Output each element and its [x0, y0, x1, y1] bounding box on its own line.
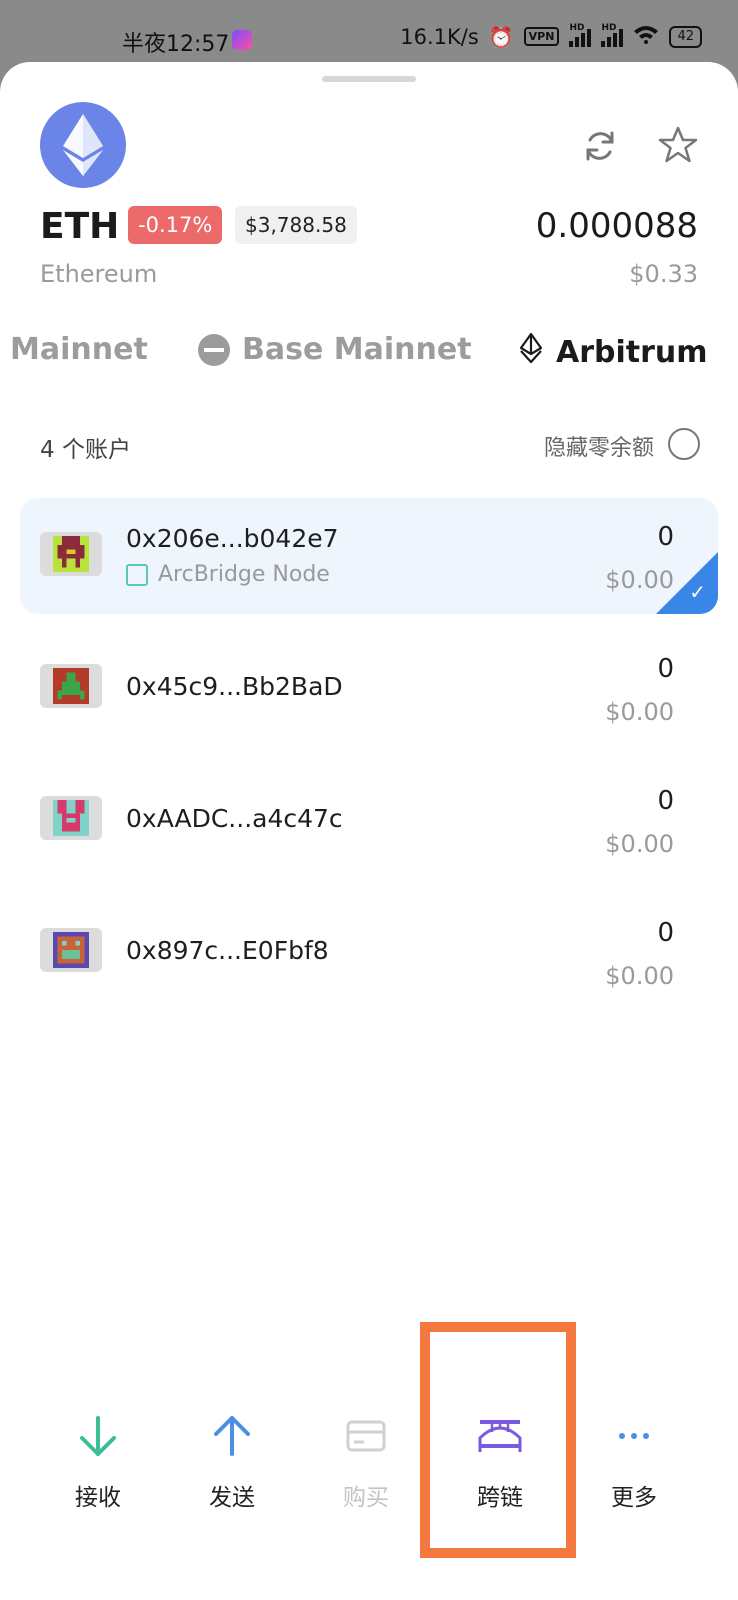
account-address: 0x206e...b042e7 — [126, 524, 339, 553]
account-address: 0xAADC...a4c47c — [126, 804, 343, 833]
signal-icon-1: HD — [569, 23, 592, 47]
account-amount: 0 — [657, 786, 674, 816]
refresh-icon[interactable] — [582, 128, 618, 164]
hd-label-1: HD — [569, 22, 585, 33]
account-amount-usd: $0.00 — [605, 698, 674, 726]
account-row[interactable]: 0x206e...b042e7 ArcBridge Node 0 $0.00 ✓ — [20, 498, 718, 614]
arrow-up-icon — [214, 1416, 250, 1456]
arrow-down-icon — [80, 1416, 116, 1456]
account-address: 0x45c9...Bb2BaD — [126, 672, 343, 701]
account-avatar — [40, 796, 102, 840]
wifi-icon — [633, 24, 659, 49]
account-amount: 0 — [657, 654, 674, 684]
tab-label: Mainnet — [10, 332, 148, 367]
network-speed: 16.1K/s — [400, 24, 479, 49]
tab-label: Arbitrum — [556, 334, 708, 370]
tab-arbitrum[interactable]: Arbitrum — [518, 332, 708, 372]
signal-icon-2: HD — [601, 23, 624, 47]
highlight-box — [420, 1322, 576, 1558]
token-balance: 0.000088 — [535, 206, 698, 246]
token-name: Ethereum — [40, 260, 158, 288]
receive-label: 接收 — [75, 1485, 121, 1511]
network-tabs: Mainnet Base Mainnet Arbitrum — [0, 332, 738, 376]
selected-corner — [656, 552, 718, 614]
account-amount: 0 — [657, 918, 674, 948]
account-avatar — [40, 664, 102, 708]
account-node: ArcBridge Node — [126, 562, 330, 587]
account-row[interactable]: 0xAADC...a4c47c 0 $0.00 — [20, 762, 718, 878]
ethereum-icon — [40, 102, 126, 188]
token-detail-sheet: ETH -0.17% $3,788.58 0.000088 Ethereum $… — [0, 62, 738, 1600]
app-notification-icon — [232, 30, 252, 50]
account-row[interactable]: 0x45c9...Bb2BaD 0 $0.00 — [20, 630, 718, 746]
status-right: 16.1K/s ⏰ VPN HD HD 42 — [400, 23, 702, 49]
price-change-badge: -0.17% — [128, 206, 223, 244]
price-badge: $3,788.58 — [235, 206, 357, 244]
hide-zero-balance-toggle[interactable] — [668, 428, 700, 460]
node-icon — [126, 563, 148, 586]
status-bar: 半夜12:57 16.1K/s ⏰ VPN HD HD 42 — [0, 0, 738, 64]
receive-button[interactable]: 接收 — [38, 1398, 158, 1538]
star-icon[interactable] — [658, 125, 698, 165]
sheet-drag-handle[interactable] — [322, 76, 416, 82]
tab-label: Base Mainnet — [242, 332, 472, 367]
account-amount: 0 — [657, 522, 674, 552]
status-time: 半夜12:57 — [122, 32, 230, 57]
vpn-badge: VPN — [523, 27, 560, 46]
account-row[interactable]: 0x897c...E0Fbf8 0 $0.00 — [20, 894, 718, 1010]
more-button[interactable]: 更多 — [574, 1398, 694, 1538]
account-amount-usd: $0.00 — [605, 962, 674, 990]
tab-mainnet[interactable]: Mainnet — [10, 332, 148, 367]
check-icon: ✓ — [689, 580, 706, 604]
card-icon — [346, 1420, 386, 1452]
account-avatar — [40, 532, 102, 576]
token-balance-usd: $0.33 — [629, 260, 698, 288]
battery-indicator: 42 — [669, 25, 702, 48]
send-button[interactable]: 发送 — [172, 1398, 292, 1538]
buy-button[interactable]: 购买 — [306, 1398, 426, 1538]
alarm-icon: ⏰ — [488, 24, 514, 49]
buy-label: 购买 — [343, 1485, 389, 1511]
account-amount-usd: $0.00 — [605, 830, 674, 858]
account-avatar — [40, 928, 102, 972]
hd-label-2: HD — [601, 22, 617, 33]
action-bar: 接收 发送 购买 跨链 更多 — [0, 1398, 738, 1538]
token-symbol: ETH — [40, 206, 120, 247]
node-label: ArcBridge Node — [158, 562, 330, 587]
hide-zero-balance-label: 隐藏零余额 — [543, 436, 654, 461]
ethereum-diamond-icon — [518, 332, 544, 372]
more-icon — [619, 1433, 649, 1439]
base-icon — [198, 333, 230, 366]
send-label: 发送 — [209, 1485, 255, 1511]
more-label: 更多 — [611, 1485, 657, 1511]
account-count: 4 个账户 — [40, 437, 131, 463]
tab-base-mainnet[interactable]: Base Mainnet — [198, 332, 472, 367]
account-address: 0x897c...E0Fbf8 — [126, 936, 329, 965]
